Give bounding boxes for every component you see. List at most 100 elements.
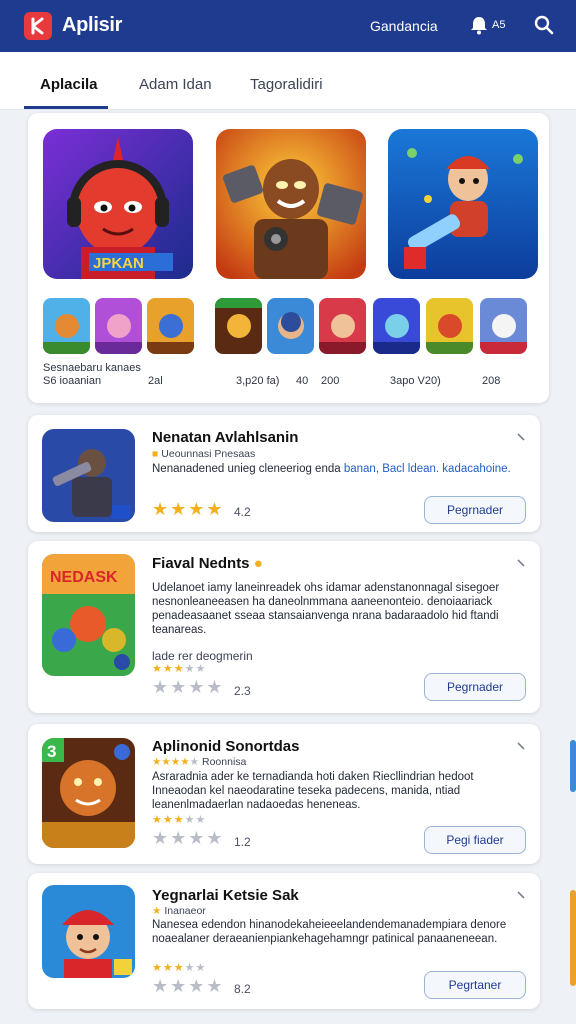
search-icon[interactable]: [532, 13, 556, 37]
mini-app-tile-6[interactable]: [319, 298, 366, 354]
app-icon-3[interactable]: 3: [42, 738, 135, 848]
install-button[interactable]: Pegrnader: [424, 673, 526, 701]
featured-number-6: 208: [482, 375, 501, 387]
install-button[interactable]: Pegrnader: [424, 496, 526, 524]
chevron-icon[interactable]: [516, 741, 526, 751]
chevron-icon[interactable]: [516, 432, 526, 442]
mini-app-tile-5[interactable]: [267, 298, 314, 354]
mini-app-tile-2[interactable]: [95, 298, 142, 354]
mini-app-tile-3[interactable]: [147, 298, 194, 354]
side-carousel-peek-1[interactable]: [570, 740, 576, 792]
app-description-link[interactable]: banan, Bacl ldean. kadacahoine.: [344, 463, 511, 475]
tab-aplacila[interactable]: Aplacila: [40, 76, 98, 93]
app-thumbnail-image: [215, 298, 262, 354]
app-card-3[interactable]: 3 Aplinonid Sonortdas ★★★★★ Roonnisa Asr…: [28, 724, 540, 864]
install-button[interactable]: Pegi fiader: [424, 826, 526, 854]
star-icon: ★: [152, 905, 162, 917]
featured-number-5: 3apo V20): [390, 375, 441, 387]
featured-caption-1: Sesnaebaru kanaes: [43, 362, 141, 374]
featured-app-tile-3[interactable]: [388, 129, 538, 279]
star-rating: ★★★★: [152, 828, 225, 849]
rating-value: 4.2: [234, 505, 251, 519]
star-icons: ★★★★: [152, 499, 225, 519]
app-card-1[interactable]: Nenatan Avlahlsanin ■ Ueounnasi Pnesaas …: [28, 415, 540, 532]
mini-app-tile-4[interactable]: [215, 298, 262, 354]
svg-text:NEDASK: NEDASK: [50, 569, 118, 586]
tab-adam-idan[interactable]: Adam Idan: [139, 76, 212, 93]
app-icon-2[interactable]: NEDASK: [42, 554, 135, 676]
featured-caption-2: S6 ioaanian: [43, 375, 102, 387]
app-description: Asraradnia ader ke ternadianda hoti dake…: [152, 771, 474, 811]
header-link[interactable]: Gandancia: [370, 18, 438, 34]
soldier-character-image: [42, 429, 135, 522]
app-title[interactable]: Yegnarlai Ketsie Sak: [152, 887, 299, 904]
star-icons: ★★★★: [152, 976, 225, 996]
mini-star-rating: ★★★★★: [152, 961, 206, 974]
app-thumbnail-image: [373, 298, 420, 354]
install-button[interactable]: Pegrtaner: [424, 971, 526, 999]
app-icon-1[interactable]: [42, 429, 135, 522]
star-rating: ★★★★: [152, 976, 225, 997]
notification-count: A5: [492, 19, 506, 31]
featured-number-4: 200: [321, 375, 340, 387]
app-thumbnail-image: [43, 298, 90, 354]
app-title[interactable]: Aplinonid Sonortdas: [152, 738, 300, 755]
featured-number-1: 2al: [148, 375, 163, 387]
badge-icon: ■: [152, 448, 159, 460]
app-description: Nenanadened unieg cleneeriog enda banan,…: [152, 462, 522, 476]
mini-app-tile-7[interactable]: [373, 298, 420, 354]
app-title[interactable]: Fiaval Nednts ●: [152, 555, 263, 572]
app-title-text: Fiaval Nednts: [152, 555, 250, 572]
app-card-4[interactable]: Yegnarlai Ketsie Sak ★ Inanaeor Nanesea …: [28, 873, 540, 1009]
rating-value: 1.2: [234, 835, 251, 849]
featured-number-3: 40: [296, 375, 309, 387]
app-logo[interactable]: [24, 12, 52, 40]
empty-star-icons: ★★: [184, 962, 207, 974]
app-subtitle-text: Ueounnasi Pnesaas: [161, 448, 256, 460]
app-thumbnail-image: [319, 298, 366, 354]
chevron-icon[interactable]: [516, 558, 526, 568]
app-title[interactable]: Nenatan Avlahlsanin: [152, 429, 298, 446]
app-thumbnail-image: [147, 298, 194, 354]
app-subtitle-text: Roonnisa: [202, 756, 247, 768]
star-icons: ★★★★: [152, 677, 225, 697]
bell-icon[interactable]: [468, 14, 490, 36]
brawler-character-image: [216, 129, 366, 279]
app-card-2[interactable]: NEDASK Fiaval Nednts ● Udelanoet iamy la…: [28, 541, 540, 713]
app-thumbnail-image: [480, 298, 527, 354]
app-description: Udelanoet iamy laneinreadek ohs idamar a…: [152, 582, 500, 636]
tab-bar: Aplacila Adam Idan Tagoralidiri: [0, 52, 576, 110]
featured-app-tile-1[interactable]: JPKAN: [43, 129, 193, 279]
svg-text:JPKAN: JPKAN: [93, 255, 144, 272]
mini-app-tile-8[interactable]: [426, 298, 473, 354]
side-carousel-peek-2[interactable]: [570, 890, 576, 986]
red-robot-character-image: JPKAN: [43, 129, 193, 279]
star-icons: ★★★★: [152, 756, 190, 768]
firefighter-character-image: [42, 885, 135, 978]
svg-text:3: 3: [47, 742, 56, 761]
mini-star-rating: ★★★★★: [152, 813, 206, 826]
featured-app-tile-2[interactable]: [216, 129, 366, 279]
empty-star-icons: ★★: [184, 814, 207, 826]
app-brand: Aplisir: [62, 14, 123, 36]
app-subtitle: lade rer deogmerin: [152, 649, 253, 663]
featured-card: JPKAN Sesnaebaru kanaes S6 ioaanian 2al …: [28, 113, 549, 403]
empty-star-icons: ★★: [184, 663, 207, 675]
active-tab-indicator: [24, 106, 108, 109]
mini-app-tile-1[interactable]: [43, 298, 90, 354]
app-thumbnail-image: [267, 298, 314, 354]
app-thumbnail-image: [426, 298, 473, 354]
app-thumbnail-image: [95, 298, 142, 354]
star-rating: ★★★★: [152, 677, 225, 698]
mini-star-rating: ★★★★★: [152, 662, 206, 675]
app-icon-4[interactable]: [42, 885, 135, 978]
mini-app-tile-9[interactable]: [480, 298, 527, 354]
chevron-icon[interactable]: [516, 890, 526, 900]
app-subtitle: ■ Ueounnasi Pnesaas: [152, 448, 255, 460]
app-description-text: Nenanadened unieg cleneeriog enda: [152, 463, 341, 475]
tab-tagoralidiri[interactable]: Tagoralidiri: [250, 76, 323, 93]
flying-hero-character-image: [388, 129, 538, 279]
star-icons: ★★★★: [152, 828, 225, 848]
app-subtitle: ★★★★★ Roonnisa: [152, 756, 246, 768]
rating-value: 8.2: [234, 982, 251, 996]
